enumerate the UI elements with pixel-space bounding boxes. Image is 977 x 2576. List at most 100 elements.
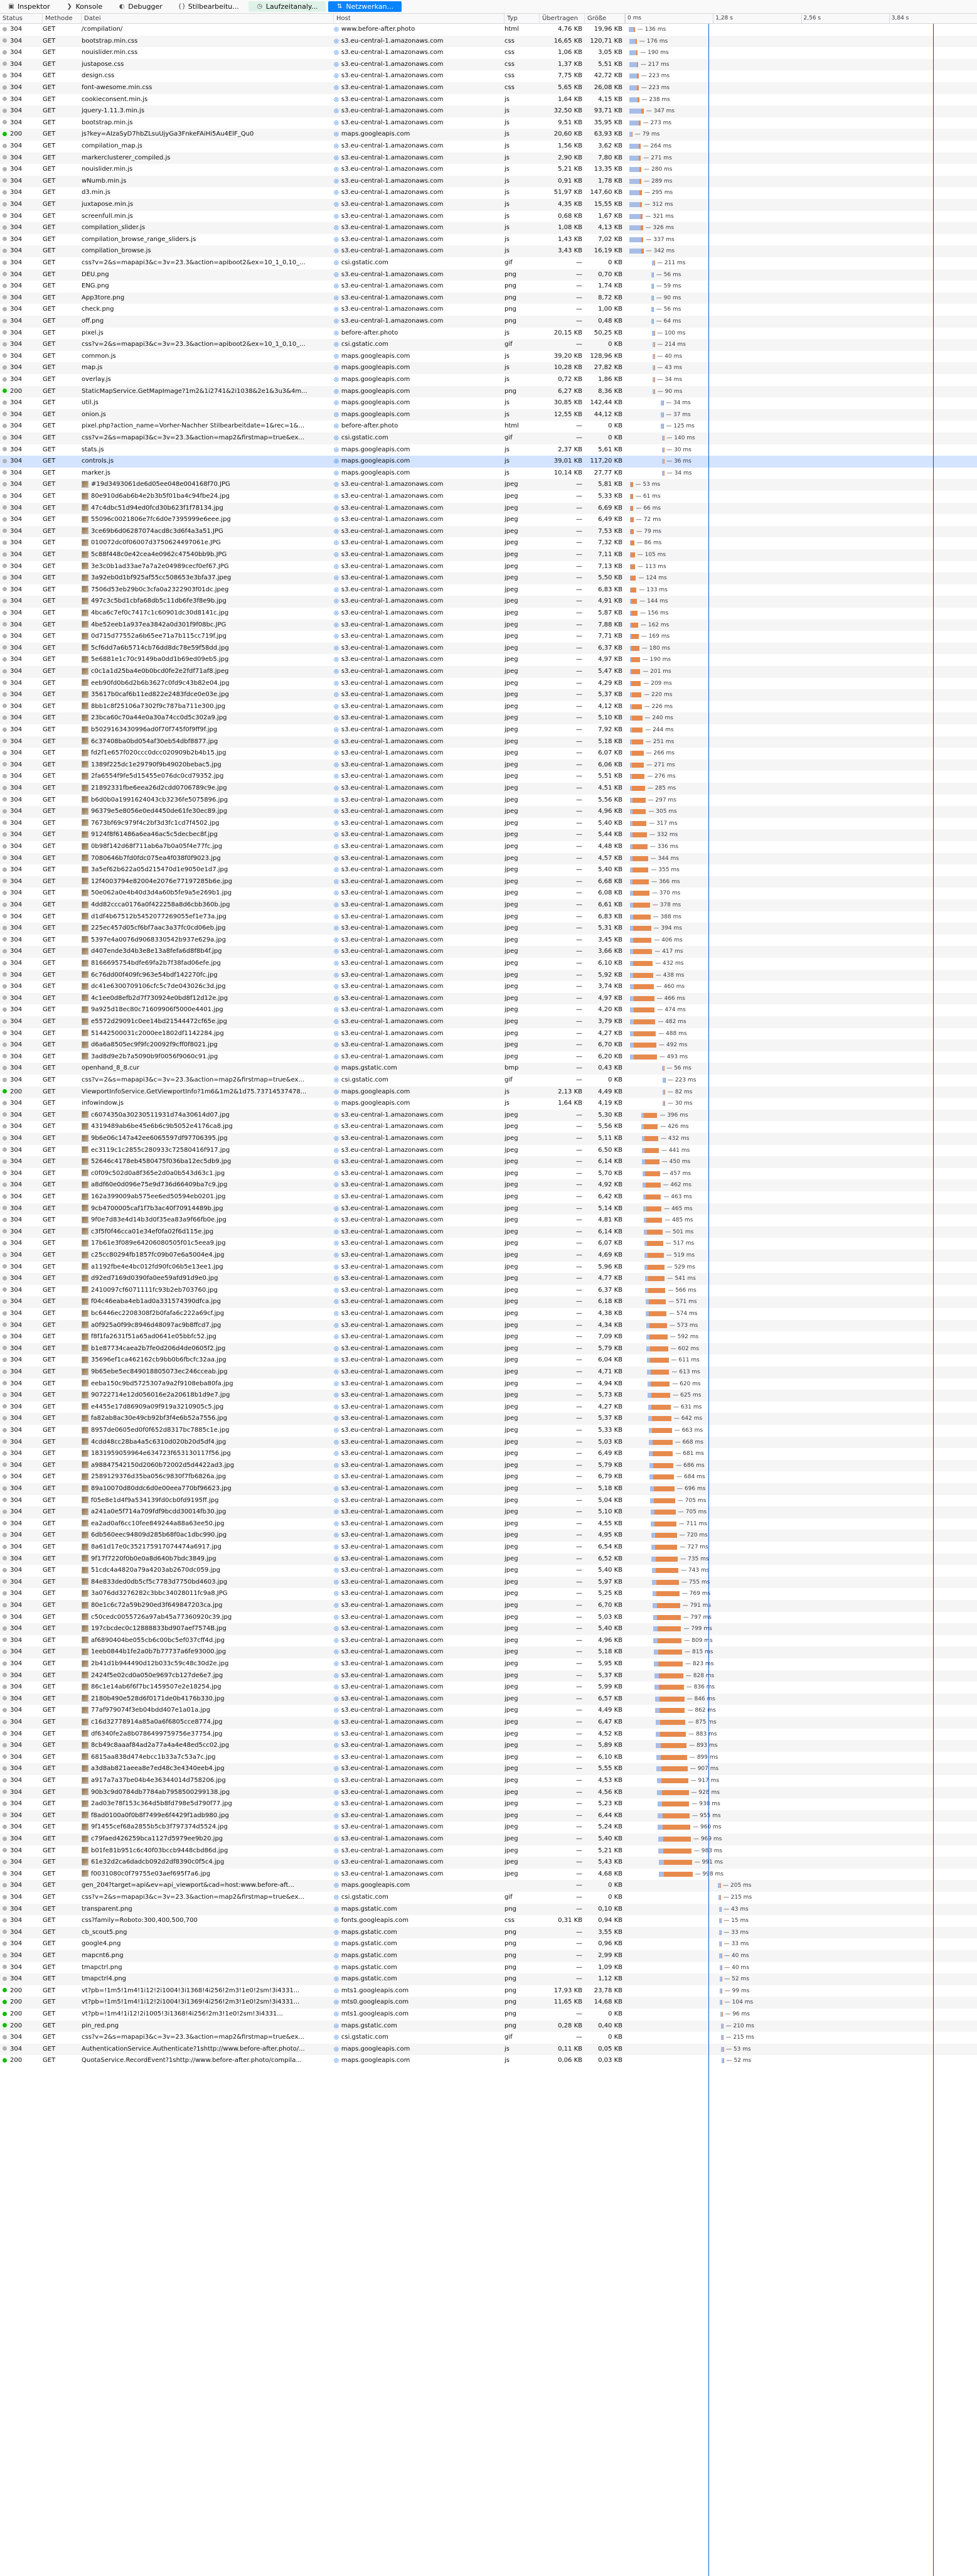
request-row[interactable]: 304 GET gen_204?target=api&ev=api_viewport…	[0, 1880, 977, 1892]
request-row[interactable]: 304 GET 497c3c5bd1cbfa68db5c11db6fe3f8e9b.…	[0, 596, 977, 608]
request-row[interactable]: 304 GET ENG.png ◎ s3.eu-central-1.amazonaws.…	[0, 281, 977, 292]
request-row[interactable]: 304 GET 5cf6dd7a6b5714cb76dd8dc78e59f58dd.…	[0, 642, 977, 655]
request-row[interactable]: 304 GET c0c1a1d25ba4e0b0bcd0fe2e2fdf71af8.…	[0, 666, 977, 678]
request-row[interactable]: 304 GET AuthenticationService.Authenticate…	[0, 2043, 977, 2056]
request-row[interactable]: 304 GET fa82ab8ac30e49cb92bf3f4e6b52a7556.…	[0, 1413, 977, 1425]
request-row[interactable]: 304 GET a3d8ab821aeea8e7ed48c3e4340eeb4.jp…	[0, 1763, 977, 1775]
column-status[interactable]: Status	[0, 14, 43, 24]
request-row[interactable]: 304 GET c79faed426259bca1127d5979ee9b20.jp…	[0, 1833, 977, 1845]
request-row[interactable]: 304 GET 55096c0021806e7fc6d0e7395999e6eee.…	[0, 514, 977, 526]
request-row[interactable]: 304 GET 51cdc4a4820a79a4203ab2670dc059.jpg…	[0, 1565, 977, 1577]
request-row[interactable]: 304 GET 4c1ee0d8efb2d7f730924e0bd8f12d12e.…	[0, 992, 977, 1005]
request-row[interactable]: 304 GET 2fa6554f9fe5d15455e076dc0cd79352.j…	[0, 771, 977, 783]
request-row[interactable]: 304 GET df6340fe2a8b0786499759756e37754.jp…	[0, 1729, 977, 1741]
tab-stilbearbeitu[interactable]: {} Stilbearbeitu...	[171, 0, 247, 13]
request-row[interactable]: 304 GET a241a0e5f714a709fdf9bcdd30014fb30.…	[0, 1506, 977, 1518]
request-row[interactable]: 304 GET 77af979074f3eb04bdd407e1a01a.jpg ◎ s…	[0, 1705, 977, 1717]
request-row[interactable]: 304 GET util.js ◎ maps.googleapis.com js 30,85…	[0, 397, 977, 409]
request-row[interactable]: 304 GET 80e1c6c72a59b290ed3f649847203ca.jp…	[0, 1600, 977, 1612]
request-row[interactable]: 304 GET infowindow.js ◎ maps.googleapis.com j…	[0, 1098, 977, 1110]
request-row[interactable]: 304 GET mapcnt6.png ◎ maps.gstatic.com png —2,…	[0, 1950, 977, 1962]
request-row[interactable]: 304 GET 3a076dd3276282c3bbc34028011fc9a8.J…	[0, 1588, 977, 1600]
request-row[interactable]: 304 GET 1389f225dc1e29790f9b49020bebac5.jp…	[0, 759, 977, 771]
request-row[interactable]: 304 GET 225ec457d05cf6bf7aac3a37fc0cd06eb.…	[0, 923, 977, 935]
request-row[interactable]: 304 GET markerclusterer_compiled.js ◎ s3.eu-…	[0, 152, 977, 164]
request-row[interactable]: 304 GET c50cedc0055726a97ab45a77360920c39.…	[0, 1612, 977, 1624]
request-row[interactable]: 304 GET check.png ◎ s3.eu-central-1.amazonaw…	[0, 304, 977, 316]
request-row[interactable]: 304 GET a0f925a0f99c8946d48097ac9b8ffcd7.j…	[0, 1319, 977, 1332]
request-row[interactable]: 200 GET js?key=AIzaSyD7hbZLsuUjyGa3FnkeFAi…	[0, 129, 977, 141]
column-method[interactable]: Methode	[43, 14, 82, 24]
request-row[interactable]: 304 GET b5029163430996ad0f70f745f0f9ff9f.j…	[0, 724, 977, 736]
request-row[interactable]: 304 GET 17b61e3f089e64206080505f01c5eea9.j…	[0, 1238, 977, 1250]
request-row[interactable]: 200 GET ViewportInfoService.GetViewportInf…	[0, 1086, 977, 1098]
request-row[interactable]: 304 GET 21892331fbe6eea26d2cdd0706789c9e.j…	[0, 783, 977, 795]
request-row[interactable]: 200 GET QuotaService.RecordEvent?1shttp://…	[0, 2055, 977, 2067]
request-row[interactable]: 304 GET screenfull.min.js ◎ s3.eu-central-1.…	[0, 211, 977, 223]
request-row[interactable]: 304 GET 9124f8f61486a6ea46ac5c5decbec8f.jp…	[0, 829, 977, 841]
request-row[interactable]: 304 GET 5397e4a0076d9068330542b937e629a.jp…	[0, 935, 977, 947]
request-row[interactable]: 304 GET css?v=2&s=mapapi3&c=3v=23.3&action…	[0, 1892, 977, 1904]
request-row[interactable]: 304 GET e5572d29091c0ee14bd21544472cf65e.j…	[0, 1016, 977, 1028]
request-row[interactable]: 304 GET css?family=Roboto:300,400,500,700 ◎…	[0, 1915, 977, 1927]
request-row[interactable]: 304 GET compilation_browse.js ◎ s3.eu-centra…	[0, 245, 977, 257]
request-row[interactable]: 304 GET 84e833ded0db5cf5c7783d7750bd4603.j…	[0, 1576, 977, 1589]
request-row[interactable]: 304 GET compilation_browse_range_sliders.j…	[0, 234, 977, 246]
request-row[interactable]: 304 GET 4319489ab6be45e6b6c9b5052e4176ca8.…	[0, 1121, 977, 1133]
request-row[interactable]: 304 GET 0d715d77552a6b65ee71a7b115cc719f.j…	[0, 631, 977, 643]
request-row[interactable]: 304 GET 61e32d2ca6dadcb092d2df8390c0f5c4.j…	[0, 1857, 977, 1869]
request-row[interactable]: 304 GET 2b41d1b944490d12b033c59c48c30d2e.j…	[0, 1658, 977, 1670]
request-row[interactable]: 304 GET 2589129376d35ba056c9830f7fb6826a.j…	[0, 1471, 977, 1483]
request-row[interactable]: 304 GET design.css ◎ s3.eu-central-1.amazona…	[0, 70, 977, 82]
request-row[interactable]: 304 GET dc41e6300709106cfc5c7de043026c3d.j…	[0, 981, 977, 993]
request-row[interactable]: 200 GET pin_red.png ◎ maps.gstatic.com png 0,2…	[0, 2020, 977, 2032]
request-row[interactable]: 304 GET af6890404be055cb6c00bc5ef037cff4d.…	[0, 1635, 977, 1647]
request-row[interactable]: 304 GET 12f4003794e82004e2076e77197285b6e.…	[0, 876, 977, 888]
request-row[interactable]: 304 GET justapose.css ◎ s3.eu-central-1.amaz…	[0, 58, 977, 71]
request-row[interactable]: 304 GET 50e062a0e4b40d3d4a60b5fe9a5e269b1.…	[0, 888, 977, 899]
request-row[interactable]: 304 GET bc6446ec2208308f2b0fafa6c222a69cf.…	[0, 1308, 977, 1320]
request-row[interactable]: 304 GET 9f1455cef68a2855b5cb3f797374d5524.…	[0, 1822, 977, 1833]
tab-konsole[interactable]: ❯ Konsole	[58, 0, 111, 13]
request-row[interactable]: 304 GET stats.js ◎ maps.googleapis.com js 2,37…	[0, 444, 977, 456]
request-row[interactable]: 304 GET 9b6e06c147a42ee6065597df97706395.j…	[0, 1133, 977, 1145]
request-row[interactable]: 304 GET bootstrap.min.js ◎ s3.eu-central-1.a…	[0, 117, 977, 129]
request-row[interactable]: 304 GET css?v=2&s=mapapi3&c=3v=23.3&action…	[0, 1075, 977, 1087]
tab-debugger[interactable]: ◐ Debugger	[110, 0, 170, 13]
request-row[interactable]: 304 GET off.png ◎ s3.eu-central-1.amazonaws.…	[0, 316, 977, 328]
request-row[interactable]: 304 GET css?v=2&s=mapapi3&c=3v=23.3&action…	[0, 2032, 977, 2044]
request-row[interactable]: 304 GET 5c88f448c0e42cea4e0962c47540bb9b.J…	[0, 549, 977, 561]
request-row[interactable]: 304 GET tmapctrl4.png ◎ maps.gstatic.com png —…	[0, 1973, 977, 1985]
request-row[interactable]: 304 GET map.js ◎ maps.googleapis.com js 10,28 …	[0, 362, 977, 374]
request-row[interactable]: 304 GET transparent.png ◎ maps.gstatic.com pn…	[0, 1903, 977, 1916]
request-row[interactable]: 304 GET 4dd82ccca0176a0f422258a8d6cbb360b.…	[0, 899, 977, 911]
request-row[interactable]: 304 GET c0f09c502d0a8f365e2d0a0b543d63c1.j…	[0, 1168, 977, 1180]
request-row[interactable]: 304 GET 96379e5e8056e0ed4450de61fe30ec89.j…	[0, 806, 977, 818]
request-row[interactable]: 304 GET 89a10070d80ddc6d0e00eea770bf96623.…	[0, 1483, 977, 1495]
request-row[interactable]: 304 GET 6c76dd00f409fc963e54bdf142270fc.jp…	[0, 969, 977, 982]
tab-netzwerkan[interactable]: ⇅ Netzwerkan...	[328, 1, 402, 12]
request-row[interactable]: 304 GET App3tore.png ◎ s3.eu-central-1.amazo…	[0, 292, 977, 304]
request-row[interactable]: 304 GET 0b98f142d68f711ab6a7b0a05f4e77fc.j…	[0, 841, 977, 853]
request-row[interactable]: 304 GET 1831959059964e634723f653130117f56.…	[0, 1448, 977, 1460]
request-row[interactable]: 304 GET c6074350a30230511931d74a30614d07.j…	[0, 1109, 977, 1122]
request-row[interactable]: 304 GET 9a925d18ec80c71609906f5000e4401.jp…	[0, 1004, 977, 1016]
request-row[interactable]: 304 GET css?v=2&s=mapapi3&c=3v=23.3&action…	[0, 339, 977, 351]
request-row[interactable]: 304 GET nouislider.min.css ◎ s3.eu-central-1…	[0, 47, 977, 59]
request-row[interactable]: 200 GET vt?pb=!1m4!1i12!2i1005!3i1368!4i25…	[0, 2009, 977, 2021]
request-row[interactable]: 304 GET 35617b0caf6b11ed822e2483fdce0e03e.…	[0, 689, 977, 701]
request-row[interactable]: 304 GET b01fe81b951c6c40f03bccb9448cbd86d.…	[0, 1845, 977, 1857]
request-row[interactable]: 304 GET 47c4dbc51d94ed0fcd30b623f1f78134.j…	[0, 502, 977, 515]
request-row[interactable]: 304 GET e4455e17d86909a09f919a3210905c5.jp…	[0, 1402, 977, 1414]
request-row[interactable]: 304 GET a8df60e0d096e75e9d736d66409ba7c9.j…	[0, 1179, 977, 1191]
request-row[interactable]: 304 GET 90b3c9d0784db7784ab7958500299138.j…	[0, 1786, 977, 1799]
request-row[interactable]: 304 GET eeb90fd0b6d2b6b3627c0fd9c43b82e04.…	[0, 678, 977, 690]
request-row[interactable]: 304 GET a98847542150d2060b72002d5d4422ad3.…	[0, 1459, 977, 1472]
request-row[interactable]: 304 GET compilation_map.js ◎ s3.eu-central-1…	[0, 141, 977, 153]
request-row[interactable]: 304 GET common.js ◎ maps.googleapis.com js 39,…	[0, 351, 977, 363]
request-row[interactable]: 304 GET 1eeb0844b1fe2a0b7b77737a6fe93000.j…	[0, 1646, 977, 1658]
request-row[interactable]: 304 GET controls.js ◎ maps.googleapis.com js 3…	[0, 456, 977, 468]
request-row[interactable]: 304 GET 23bca60c70a44e0a30a74cc0d5c302a9.j…	[0, 712, 977, 724]
request-row[interactable]: 200 GET vt?pb=!1m5!1m4!1i12!2i1004!3i1368!…	[0, 1985, 977, 1997]
request-row[interactable]: 304 GET wNumb.min.js ◎ s3.eu-central-1.amazo…	[0, 175, 977, 188]
